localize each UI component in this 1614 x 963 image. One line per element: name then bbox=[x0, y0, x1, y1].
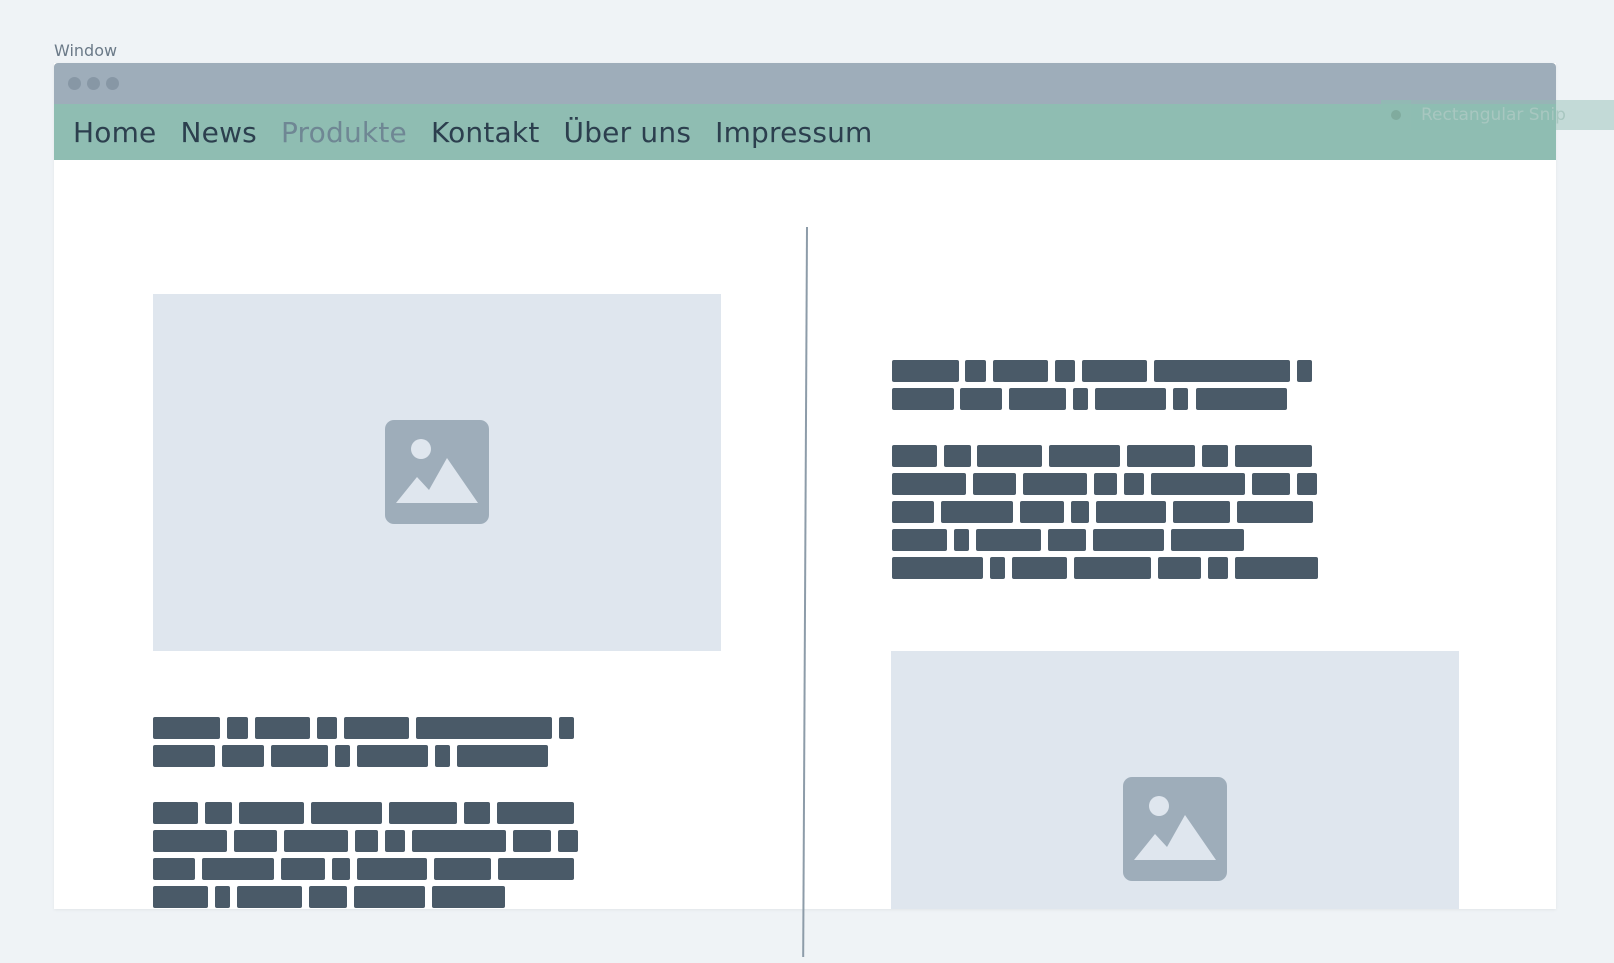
rectangular-snip-overlay[interactable]: Rectangular Snip bbox=[1381, 100, 1614, 130]
nav-item-news[interactable]: News bbox=[181, 116, 257, 149]
window-label: Window bbox=[54, 41, 118, 60]
nav-bar: Home News Produkte Kontakt Über uns Impr… bbox=[54, 104, 1556, 160]
nav-item-home[interactable]: Home bbox=[73, 116, 157, 149]
image-icon bbox=[385, 420, 489, 524]
nav-item-ueber-uns[interactable]: Über uns bbox=[564, 116, 692, 149]
window-titlebar[interactable] bbox=[54, 63, 1556, 104]
window-close-dot[interactable] bbox=[68, 77, 81, 90]
nav-item-produkte[interactable]: Produkte bbox=[281, 116, 407, 149]
window-minimize-dot[interactable] bbox=[87, 77, 100, 90]
window-maximize-dot[interactable] bbox=[106, 77, 119, 90]
image-placeholder-left bbox=[153, 294, 721, 651]
snip-record-icon bbox=[1381, 100, 1411, 130]
snip-label: Rectangular Snip bbox=[1421, 105, 1566, 125]
image-icon bbox=[1123, 777, 1227, 881]
nav-item-impressum[interactable]: Impressum bbox=[715, 116, 872, 149]
image-placeholder-right bbox=[891, 651, 1459, 909]
nav-item-kontakt[interactable]: Kontakt bbox=[431, 116, 540, 149]
